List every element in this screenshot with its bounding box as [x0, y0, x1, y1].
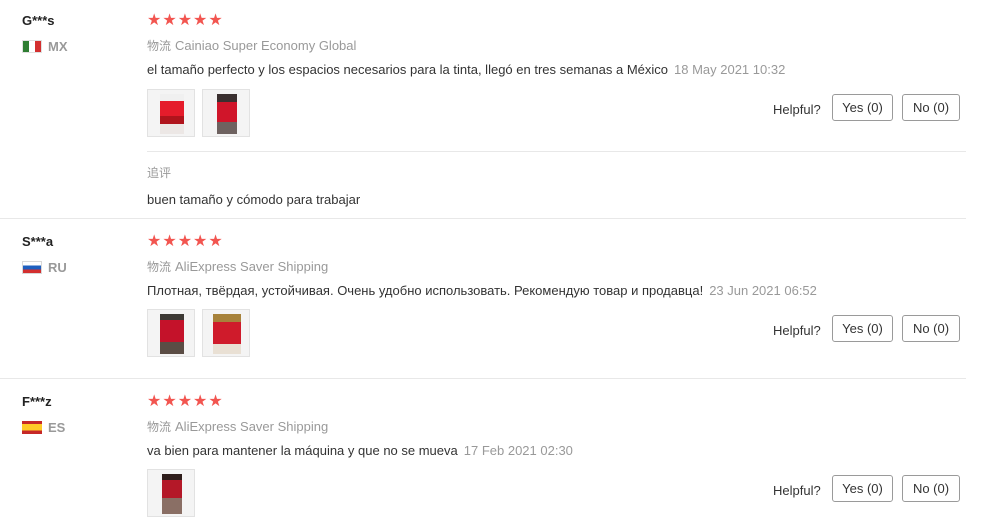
review-text: el tamaño perfecto y los espacios necesa…: [147, 62, 785, 77]
star-rating: ★ ★ ★ ★ ★: [147, 13, 223, 29]
star-icon: ★: [177, 12, 193, 29]
star-icon: ★: [208, 393, 223, 410]
star-icon: ★: [147, 393, 162, 410]
star-icon: ★: [162, 393, 177, 410]
helpful-label: Helpful?: [773, 483, 821, 498]
country-code: RU: [48, 260, 67, 275]
star-icon: ★: [147, 233, 162, 250]
review-body: va bien para mantener la máquina y que n…: [147, 443, 458, 458]
star-icon: ★: [193, 12, 208, 29]
russia-flag-icon: [22, 261, 42, 274]
reviewer-country: MX: [22, 39, 68, 54]
helpful-no-button[interactable]: No (0): [902, 315, 960, 342]
star-icon: ★: [147, 12, 162, 29]
review-text: Плотная, твёрдая, устойчивая. Очень удоб…: [147, 283, 817, 298]
shipping-name: AliExpress Saver Shipping: [175, 259, 329, 274]
review-photo-thumbnail[interactable]: [147, 469, 195, 517]
review-date: 17 Feb 2021 02:30: [463, 443, 573, 458]
review-photo-thumbnail[interactable]: [202, 89, 250, 137]
reviewer-country: ES: [22, 420, 65, 435]
review-text: va bien para mantener la máquina y que n…: [147, 443, 573, 458]
country-code: MX: [48, 39, 68, 54]
shipping-tag: 物流: [147, 420, 172, 434]
star-icon: ★: [193, 233, 208, 250]
review-date: 18 May 2021 10:32: [674, 62, 786, 77]
reviewer-name: F***z: [22, 394, 52, 409]
helpful-yes-button[interactable]: Yes (0): [832, 315, 893, 342]
followup-divider: [147, 151, 966, 152]
star-icon: ★: [162, 233, 177, 250]
star-icon: ★: [162, 12, 177, 29]
followup-label: 追评: [147, 166, 172, 180]
star-rating: ★ ★ ★ ★ ★: [147, 394, 223, 410]
review-body: Плотная, твёрдая, устойчивая. Очень удоб…: [147, 283, 704, 298]
shipping-name: AliExpress Saver Shipping: [175, 419, 329, 434]
review-body: el tamaño perfecto y los espacios necesa…: [147, 62, 668, 77]
followup-text: buen tamaño y cómodo para trabajar: [147, 192, 361, 207]
shipping-method: 物流 AliExpress Saver Shipping: [147, 418, 328, 435]
star-rating: ★ ★ ★ ★ ★: [147, 234, 223, 250]
shipping-method: 物流 Cainiao Super Economy Global: [147, 37, 356, 54]
shipping-tag: 物流: [147, 260, 172, 274]
review-item: F***z ES ★ ★ ★ ★ ★ 物流 AliExpress Saver Sh…: [0, 379, 982, 532]
reviewer-name: S***a: [22, 234, 54, 249]
review-photo-thumbnail[interactable]: [147, 309, 195, 357]
review-item: S***a RU ★ ★ ★ ★ ★ 物流 AliExpress Saver Sh…: [0, 219, 982, 378]
star-icon: ★: [177, 233, 193, 250]
shipping-tag: 物流: [147, 39, 172, 53]
star-icon: ★: [177, 393, 193, 410]
shipping-method: 物流 AliExpress Saver Shipping: [147, 258, 328, 275]
star-icon: ★: [208, 233, 223, 250]
review-photo-thumbnail[interactable]: [147, 89, 195, 137]
reviewer-name: G***s: [22, 13, 55, 28]
reviewer-country: RU: [22, 260, 67, 275]
spain-flag-icon: [22, 421, 42, 434]
mexico-flag-icon: [22, 40, 42, 53]
shipping-name: Cainiao Super Economy Global: [175, 38, 357, 53]
star-icon: ★: [193, 393, 208, 410]
review-item: G***s MX ★ ★ ★ ★ ★ 物流 Cainiao Super Econo…: [0, 0, 982, 218]
helpful-no-button[interactable]: No (0): [902, 475, 960, 502]
star-icon: ★: [208, 12, 223, 29]
review-photo-thumbnail[interactable]: [202, 309, 250, 357]
helpful-yes-button[interactable]: Yes (0): [832, 475, 893, 502]
helpful-no-button[interactable]: No (0): [902, 94, 960, 121]
country-code: ES: [48, 420, 66, 435]
helpful-label: Helpful?: [773, 102, 821, 117]
review-date: 23 Jun 2021 06:52: [709, 283, 817, 298]
helpful-label: Helpful?: [773, 323, 821, 338]
helpful-yes-button[interactable]: Yes (0): [832, 94, 893, 121]
